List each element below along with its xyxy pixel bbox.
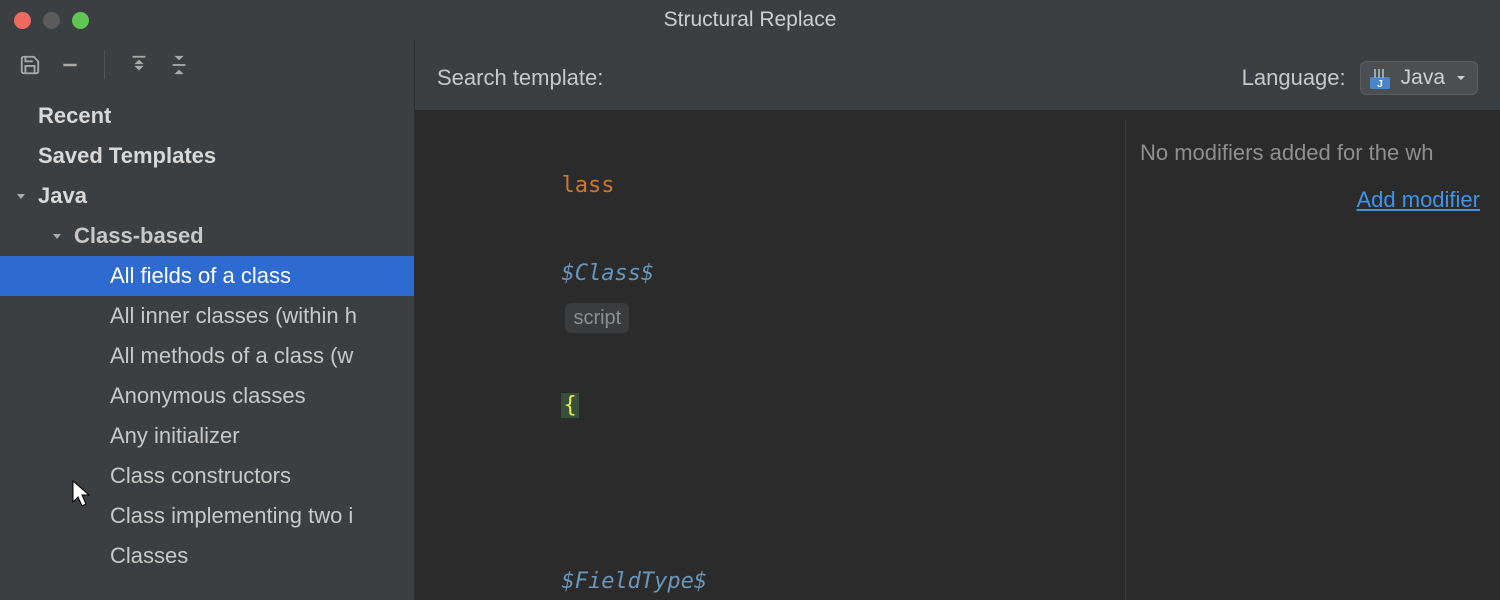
minimize-window-button[interactable]	[43, 12, 60, 29]
tree-item-label: Any initializer	[110, 423, 240, 449]
tree-item[interactable]: Java	[0, 176, 414, 216]
tree-item[interactable]: All fields of a class	[0, 256, 414, 296]
modifiers-panel: No modifiers added for the wh Add modifi…	[1125, 120, 1500, 600]
tree-item[interactable]: Classes	[0, 536, 414, 576]
java-file-icon: J	[1369, 67, 1391, 89]
search-template-header: Search template: Language: J Java	[415, 40, 1500, 110]
tree-item-label: All inner classes (within h	[110, 303, 357, 329]
language-value: Java	[1401, 66, 1445, 90]
window-title: Structural Replace	[0, 0, 1500, 40]
modifiers-empty-text: No modifiers added for the wh	[1140, 138, 1500, 169]
tree-item[interactable]: Saved Templates	[0, 136, 414, 176]
tree-item[interactable]: Class implementing two i	[0, 496, 414, 536]
editor-panel: Search template: Language: J Java lass	[415, 40, 1500, 600]
save-template-icon[interactable]	[18, 53, 42, 77]
tree-item-label: Class-based	[74, 223, 204, 249]
tree-item[interactable]: Anonymous classes	[0, 376, 414, 416]
code-variable: $Class$	[561, 261, 654, 286]
svg-text:J: J	[1377, 79, 1383, 89]
add-modifier-link[interactable]: Add modifier	[1356, 185, 1480, 216]
tree-item[interactable]: Class-based	[0, 216, 414, 256]
toolbar-separator	[104, 51, 105, 79]
code-variable: $FieldType$	[561, 569, 707, 594]
tree-item-label: Class implementing two i	[110, 503, 353, 529]
collapse-all-icon[interactable]	[167, 53, 191, 77]
tree-item[interactable]: All methods of a class (w	[0, 336, 414, 376]
tree-item-label: Class constructors	[110, 463, 291, 489]
template-sidebar: Recent Saved Templates Java Class-based All …	[0, 40, 415, 600]
expand-chevron-icon[interactable]	[10, 189, 32, 203]
close-window-button[interactable]	[14, 12, 31, 29]
language-dropdown[interactable]: J Java	[1360, 61, 1478, 95]
tree-item-label: Anonymous classes	[110, 383, 306, 409]
tree-item-label: All methods of a class (w	[110, 343, 353, 369]
window-controls	[0, 12, 89, 29]
tree-item-label: All fields of a class	[110, 263, 291, 289]
maximize-window-button[interactable]	[72, 12, 89, 29]
expand-chevron-icon[interactable]	[46, 229, 68, 243]
tree-item[interactable]: Class constructors	[0, 456, 414, 496]
variable-hint-script[interactable]: script	[565, 303, 629, 333]
search-template-label: Search template:	[437, 65, 603, 91]
remove-template-icon[interactable]	[58, 53, 82, 77]
tree-item-label: Classes	[110, 543, 188, 569]
template-tree[interactable]: Recent Saved Templates Java Class-based All …	[0, 90, 414, 600]
code-brace: {	[561, 393, 578, 418]
tree-item[interactable]: Recent	[0, 96, 414, 136]
language-label: Language:	[1242, 65, 1346, 91]
sidebar-toolbar	[0, 40, 414, 90]
expand-all-icon[interactable]	[127, 53, 151, 77]
tree-item[interactable]: All inner classes (within h	[0, 296, 414, 336]
tree-item[interactable]: Any initializer	[0, 416, 414, 456]
language-selector-group: Language: J Java	[1242, 61, 1478, 95]
tree-item-label: Java	[38, 183, 87, 209]
chevron-down-icon	[1455, 66, 1467, 90]
titlebar: Structural Replace	[0, 0, 1500, 40]
code-keyword: lass	[561, 173, 614, 198]
tree-item-label: Recent	[38, 103, 111, 129]
tree-item-label: Saved Templates	[38, 143, 216, 169]
search-template-editor[interactable]: lass $Class$ script { $FieldType$ $Field…	[415, 110, 1500, 600]
